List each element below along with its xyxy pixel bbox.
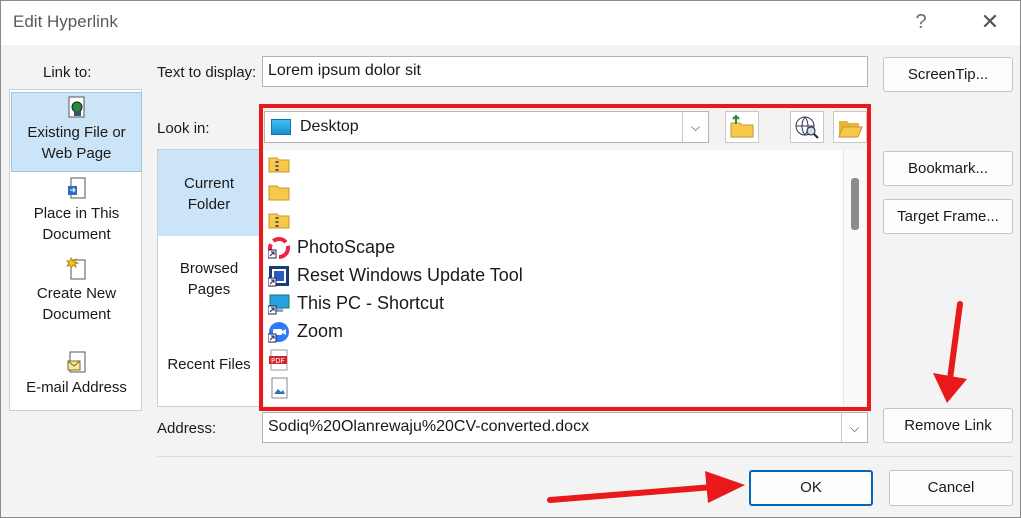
link-to-place-line1: Place in This [33, 205, 120, 222]
link-to-place-in-document[interactable]: Place in This Document [11, 174, 142, 254]
text-to-display-label: Text to display: [157, 64, 257, 81]
existing-file-icon [66, 96, 88, 120]
remove-link-button[interactable]: Remove Link [883, 408, 1013, 443]
address-input[interactable]: Sodiq%20Olanrewaju%20CV-converted.docx ⌵ [262, 412, 868, 443]
place-browsed-pages-line2: Pages [187, 281, 231, 298]
link-to-new-doc-line1: Create New [36, 285, 117, 302]
place-current-folder[interactable]: Current Folder [158, 150, 260, 236]
link-to-create-new-document[interactable]: Create New Document [11, 254, 142, 334]
arrow-to-ok [547, 471, 745, 503]
email-icon [66, 351, 88, 375]
arrow-to-remove-link [933, 301, 967, 403]
divider [157, 456, 1013, 457]
address-value: Sodiq%20Olanrewaju%20CV-converted.docx [268, 418, 590, 435]
link-to-email-address[interactable]: E-mail Address [11, 348, 142, 408]
look-in-label: Look in: [157, 120, 210, 137]
chevron-down-icon[interactable]: ⌵ [841, 413, 867, 442]
bookmark-button[interactable]: Bookmark... [883, 151, 1013, 186]
link-to-email-line1: E-mail Address [26, 379, 127, 396]
new-document-icon [65, 256, 88, 281]
link-to-panel: Existing File or Web Page Place in This … [9, 89, 142, 411]
title-bar: Edit Hyperlink ? ✕ [1, 1, 1020, 45]
target-frame-button[interactable]: Target Frame... [883, 199, 1013, 234]
link-to-new-doc-line2: Document [42, 306, 111, 323]
highlight-frame [259, 104, 871, 411]
link-to-existing-file-line2: Web Page [41, 145, 112, 162]
ok-button[interactable]: OK [749, 470, 873, 506]
link-to-place-line2: Document [42, 226, 111, 243]
link-to-existing-file[interactable]: Existing File or Web Page [11, 92, 142, 172]
place-browsed-pages[interactable]: Browsed Pages [158, 258, 260, 304]
help-button[interactable]: ? [906, 7, 936, 37]
place-current-folder-line1: Current [183, 175, 235, 192]
places-panel: Current Folder Browsed Pages Recent File… [157, 149, 261, 407]
cancel-button[interactable]: Cancel [889, 470, 1013, 506]
dialog-title: Edit Hyperlink [13, 12, 118, 31]
place-current-folder-line2: Folder [187, 196, 231, 213]
edit-hyperlink-dialog: Edit Hyperlink ? ✕ Link to: Existing Fil… [0, 0, 1021, 518]
address-label: Address: [157, 420, 217, 437]
place-in-document-icon [66, 177, 88, 201]
place-browsed-pages-line1: Browsed [179, 260, 239, 277]
screentip-button[interactable]: ScreenTip... [883, 57, 1013, 92]
place-recent-files[interactable]: Recent Files [158, 354, 260, 378]
text-to-display-input[interactable]: Lorem ipsum dolor sit [262, 56, 868, 87]
link-to-label: Link to: [43, 64, 92, 81]
place-recent-files-label: Recent Files [167, 356, 251, 373]
link-to-existing-file-line1: Existing File or [27, 124, 126, 141]
close-button[interactable]: ✕ [973, 7, 1007, 37]
